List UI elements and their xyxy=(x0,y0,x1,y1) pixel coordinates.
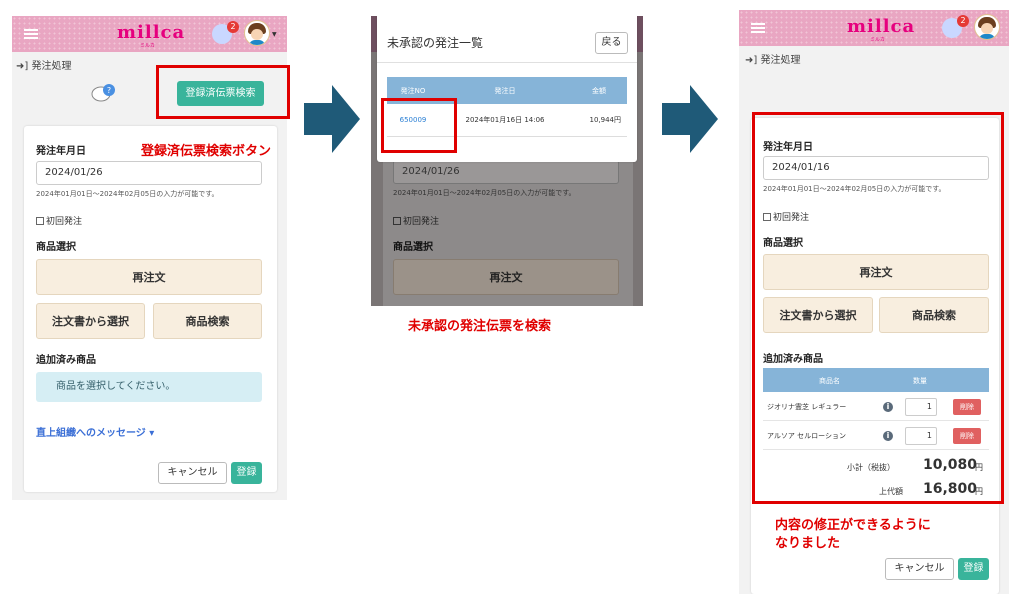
app-logo: millca xyxy=(847,16,916,37)
back-button[interactable]: 戻る xyxy=(595,32,628,54)
user-avatar[interactable] xyxy=(974,14,1000,40)
modal-title: 未承認の発注一覧 xyxy=(387,36,484,50)
app-logo-subtitle: ミルカ xyxy=(870,37,885,43)
empty-products-message: 商品を選択してください。 xyxy=(36,372,262,402)
back-arrow-icon: ➜] xyxy=(16,61,32,72)
order-date-cell: 2024年01月16日 14:06 xyxy=(439,104,571,137)
bg-reorder-button: 再注文 xyxy=(393,259,619,295)
register-button[interactable]: 登録 xyxy=(958,558,989,580)
help-chat-icon[interactable]: ? xyxy=(90,82,116,104)
register-button[interactable]: 登録 xyxy=(231,462,262,484)
notification-count-badge: 2 xyxy=(227,21,239,33)
order-date-input[interactable]: 2024/01/26 xyxy=(36,161,262,185)
highlight-search-button xyxy=(156,65,290,119)
app-header: millca ミルカ 2 xyxy=(739,10,1009,46)
product-select-label: 商品選択 xyxy=(36,242,76,253)
svg-text:?: ? xyxy=(107,86,111,95)
breadcrumb[interactable]: ➜] 発注処理 xyxy=(745,51,800,66)
select-from-order-button[interactable]: 注文書から選択 xyxy=(36,303,145,339)
bg-order-date-input: 2024/01/26 xyxy=(393,160,619,184)
annotation-editable-line1: 内容の修正ができるように xyxy=(775,518,931,533)
app-logo-subtitle: ミルカ xyxy=(140,43,155,49)
reorder-button[interactable]: 再注文 xyxy=(36,259,262,295)
added-products-label: 追加済み商品 xyxy=(36,355,96,366)
breadcrumb[interactable]: ➜] 発注処理 xyxy=(16,57,71,72)
hamburger-menu-icon[interactable] xyxy=(24,29,38,39)
flow-arrow-icon xyxy=(304,85,360,153)
chevron-down-icon[interactable]: ▼ xyxy=(272,31,277,38)
col-order-date: 発注日 xyxy=(439,77,571,104)
app-logo: millca xyxy=(117,22,186,43)
order-date-label: 発注年月日 xyxy=(36,146,86,157)
notification-count-badge: 2 xyxy=(957,15,969,27)
product-search-button[interactable]: 商品検索 xyxy=(153,303,262,339)
col-amount: 金額 xyxy=(571,77,627,104)
bg-date-hint: 2024年01月01日～2024年02月05日の入力が可能です。 xyxy=(393,189,576,197)
date-range-hint: 2024年01月01日～2024年02月05日の入力が可能です。 xyxy=(36,190,219,198)
cancel-button[interactable]: キャンセル xyxy=(885,558,954,580)
order-form-card: 発注年月日 2024/01/26 2024年01月01日～2024年02月05日… xyxy=(24,126,277,492)
message-to-parent-link[interactable]: 直上組織へのメッセージ ▾ xyxy=(36,424,154,439)
bg-first-order-checkbox: 初回発注 xyxy=(393,214,439,227)
first-order-checkbox[interactable]: 初回発注 xyxy=(36,214,82,227)
user-avatar[interactable] xyxy=(244,20,270,46)
hamburger-menu-icon[interactable] xyxy=(751,23,765,33)
highlight-editable-form xyxy=(752,112,1004,504)
bg-product-select-label: 商品選択 xyxy=(393,242,433,253)
highlight-order-no xyxy=(381,98,457,153)
modal-divider xyxy=(377,62,637,63)
flow-arrow-icon xyxy=(662,85,718,153)
panel-unapproved-list: 2024/01/26 2024年01月01日～2024年02月05日の入力が可能… xyxy=(371,16,643,306)
back-arrow-icon: ➜] xyxy=(745,55,761,66)
annotation-search-button: 登録済伝票検索ボタン xyxy=(141,144,272,159)
app-header: millca ミルカ 2 ▼ xyxy=(12,16,287,52)
cancel-button[interactable]: キャンセル xyxy=(158,462,227,484)
annotation-search-unapproved: 未承認の発注伝票を検索 xyxy=(408,319,552,334)
amount-cell: 10,944円 xyxy=(571,104,627,137)
annotation-editable-line2: なりました xyxy=(775,536,841,551)
